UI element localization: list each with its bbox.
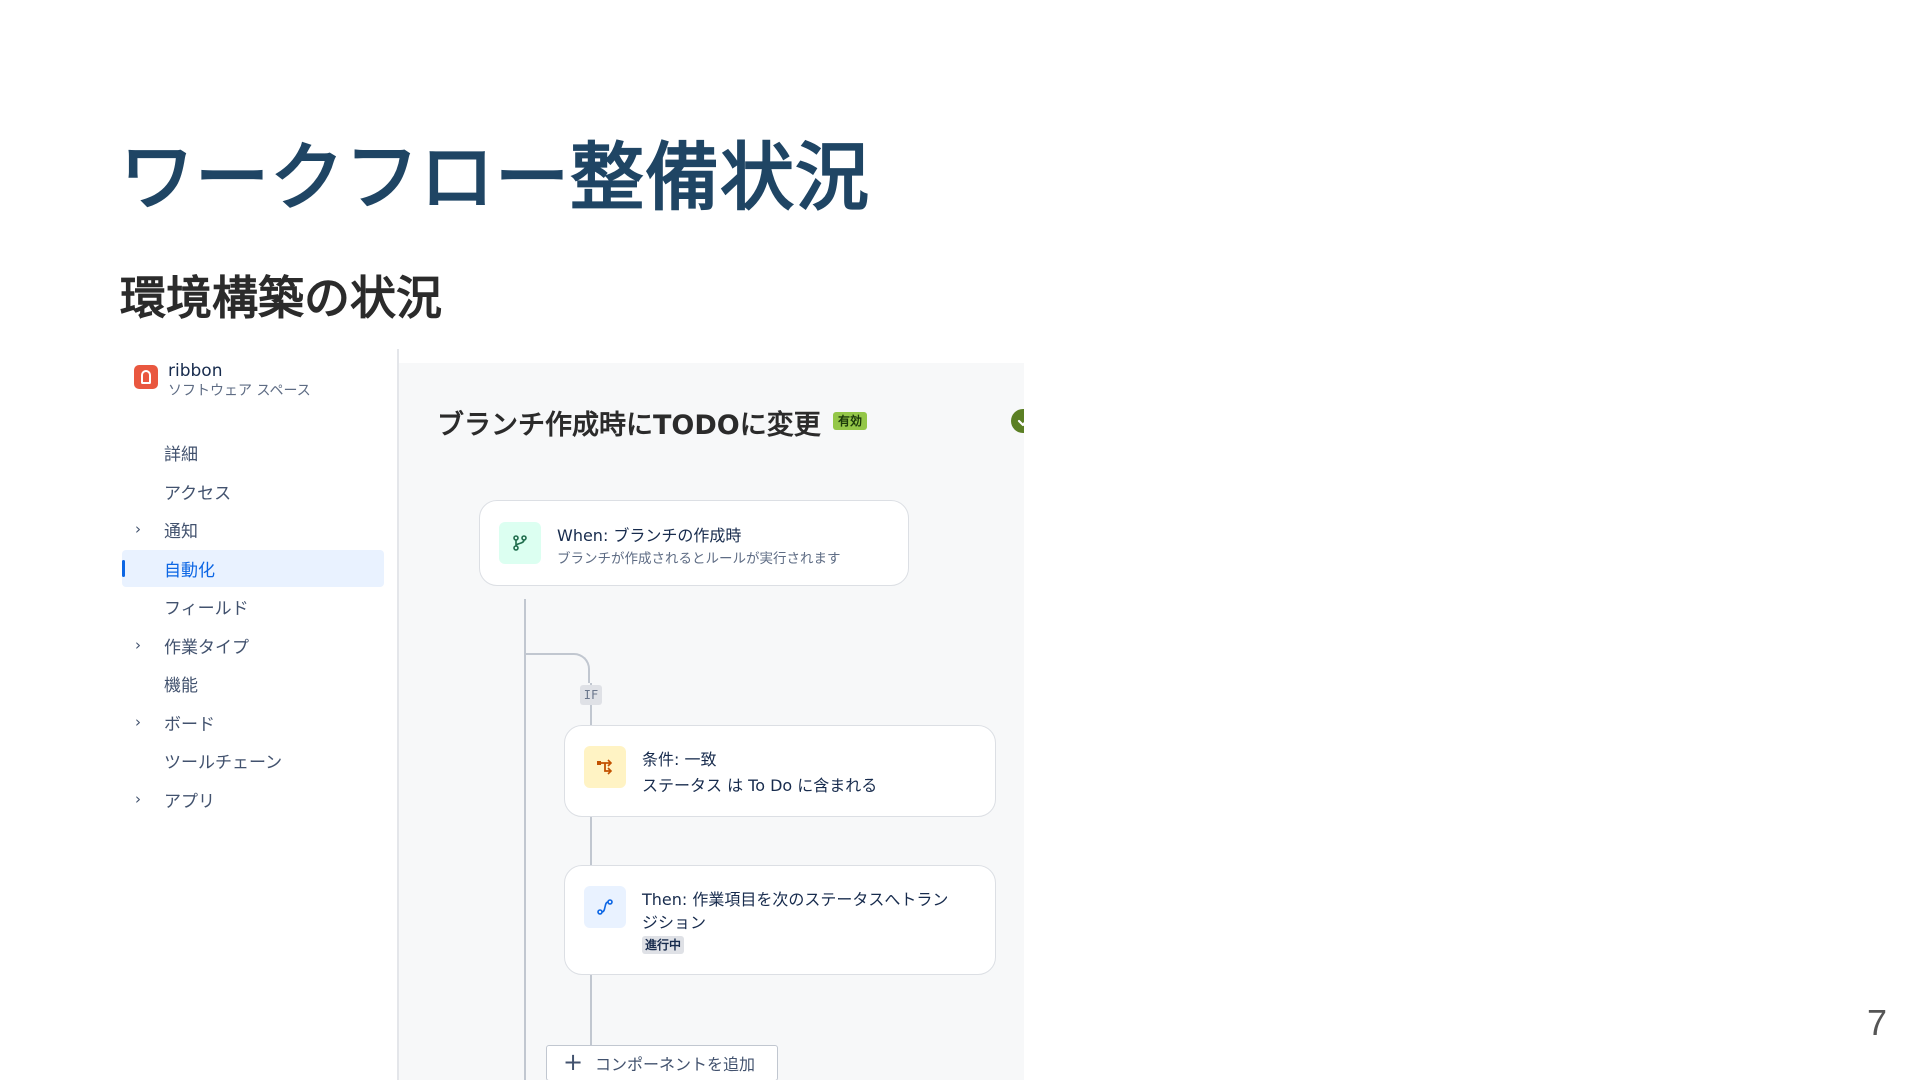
check-icon: [1017, 419, 1024, 427]
action-title-line2: ジション: [642, 913, 707, 932]
rule-enabled-toggle[interactable]: [1011, 409, 1024, 433]
if-badge: IF: [580, 685, 602, 705]
status-badge: 有効: [833, 412, 868, 430]
sidebar-item-label: ツールチェーン: [164, 753, 283, 773]
slide-title: ワークフロー整備状況: [120, 135, 870, 221]
sidebar-item-toolchain[interactable]: ツールチェーン: [122, 742, 384, 779]
sidebar-item-label: アプリ: [164, 791, 215, 812]
trigger-description: ブランチが作成されるとルールが実行されます: [557, 551, 841, 567]
branch-icon: [499, 522, 541, 564]
sidebar-item-access[interactable]: アクセス: [122, 473, 384, 510]
page-number: 7: [1866, 1002, 1887, 1043]
sidebar-item-label: 機能: [164, 676, 198, 696]
condition-card[interactable]: 条件: 一致 ステータス は To Do に含まれる: [564, 725, 996, 817]
add-component-button[interactable]: + コンポーネントを追加: [546, 1045, 778, 1080]
sidebar-item-label: 自動化: [164, 560, 215, 581]
sidebar-item-label: フィールド: [164, 599, 249, 619]
rule-title: ブランチ作成時にTODOに変更: [437, 410, 821, 441]
sidebar-item-work-types[interactable]: › 作業タイプ: [122, 627, 384, 664]
transition-icon: [584, 886, 626, 928]
chevron-right-icon[interactable]: ›: [135, 637, 149, 652]
sidebar-item-features[interactable]: 機能: [122, 665, 384, 702]
trigger-card[interactable]: When: ブランチの作成時 ブランチが作成されるとルールが実行されます: [479, 500, 909, 586]
settings-nav: 詳細 アクセス › 通知 自動化 フィールド › 作業タイプ 機能 › ボード …: [122, 434, 384, 819]
project-name: ribbon: [168, 361, 223, 381]
target-status-lozenge: 進行中: [642, 936, 685, 954]
sidebar: ribbon ソフトウェア スペース 詳細 アクセス › 通知 自動化 フィール…: [122, 349, 399, 1080]
chevron-right-icon[interactable]: ›: [135, 522, 149, 537]
chevron-right-icon[interactable]: ›: [135, 714, 149, 729]
sidebar-item-fields[interactable]: フィールド: [122, 588, 384, 625]
plus-icon: +: [563, 1048, 584, 1076]
add-component-label: コンポーネントを追加: [595, 1055, 756, 1074]
sidebar-item-automation[interactable]: 自動化: [122, 549, 384, 587]
sidebar-item-notifications[interactable]: › 通知: [122, 511, 384, 548]
sidebar-item-label: 通知: [164, 522, 198, 542]
sidebar-item-details[interactable]: 詳細: [122, 434, 384, 471]
condition-title: 条件: 一致: [642, 750, 717, 769]
condition-description: ステータス は To Do に含まれる: [642, 776, 878, 795]
sidebar-item-label: 作業タイプ: [164, 637, 249, 658]
condition-icon: [584, 746, 626, 788]
project-space-type: ソフトウェア スペース: [168, 383, 311, 399]
project-logo-icon: [134, 365, 158, 389]
rule-editor: ブランチ作成時にTODOに変更 有効 IF When: ブランチの作成時 ブラン…: [399, 363, 1024, 1080]
slide-subtitle: 環境構築の状況: [120, 271, 442, 325]
chevron-right-icon[interactable]: ›: [135, 791, 149, 806]
trigger-title: When: ブランチの作成時: [557, 526, 742, 545]
automation-screenshot: ribbon ソフトウェア スペース 詳細 アクセス › 通知 自動化 フィール…: [122, 349, 1024, 1080]
sidebar-item-apps[interactable]: › アプリ: [122, 781, 384, 818]
project-header[interactable]: ribbon ソフトウェア スペース: [134, 361, 311, 401]
sidebar-item-board[interactable]: › ボード: [122, 704, 384, 741]
action-title-line1: Then: 作業項目を次のステータスへトラン: [642, 890, 949, 909]
sidebar-item-label: 詳細: [164, 445, 198, 465]
action-card[interactable]: Then: 作業項目を次のステータスへトラン ジション 進行中: [564, 865, 996, 975]
sidebar-item-label: ボード: [164, 714, 215, 735]
sidebar-item-label: アクセス: [164, 483, 232, 504]
flow-connector-branch: [524, 653, 590, 683]
